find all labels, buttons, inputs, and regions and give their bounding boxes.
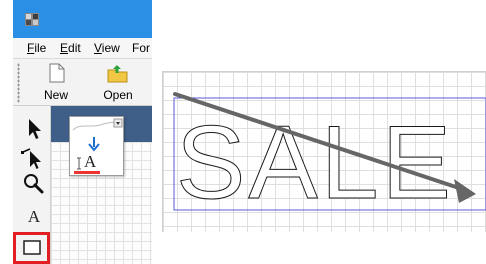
main-toolbar: New Open [13, 59, 152, 106]
rectangle-tool[interactable] [13, 232, 50, 264]
design-canvas[interactable]: SALE [162, 71, 486, 232]
app-window: File Edit View For New Open A A [13, 0, 152, 264]
open-button-label: Open [103, 88, 133, 102]
rectangle-icon [23, 240, 41, 255]
pointer-arrow-icon [29, 119, 41, 139]
tool-flyout-panel[interactable]: A [69, 116, 124, 176]
app-icon [25, 13, 39, 26]
menu-edit[interactable]: Edit [60, 41, 81, 55]
open-folder-icon [107, 65, 128, 83]
text-tool-glyph: A [27, 207, 41, 226]
flyout-tab-icon [70, 117, 123, 133]
menu-bar: File Edit View For [13, 38, 152, 59]
text-cursor-icon [77, 157, 81, 170]
down-arrow-icon [88, 137, 100, 152]
sale-outline-text[interactable]: SALE [176, 105, 454, 222]
menu-view-mnemonic: V [94, 41, 102, 55]
tool-palette: A [13, 106, 51, 264]
node-edit-tool[interactable] [20, 144, 48, 172]
zoom-tool[interactable] [20, 170, 48, 198]
select-tool[interactable] [20, 115, 48, 143]
menu-format[interactable]: For [132, 41, 150, 55]
menu-file[interactable]: File [27, 41, 46, 55]
menu-view[interactable]: View [94, 41, 120, 55]
new-button-label: New [43, 88, 68, 102]
design-drawing: SALE [173, 92, 486, 222]
flyout-text-glyph: A [84, 152, 97, 171]
text-tool[interactable]: A [20, 203, 48, 231]
menu-edit-mnemonic: E [60, 41, 69, 55]
node-edit-icon [21, 148, 41, 169]
baseline-marker-icon [74, 171, 100, 174]
new-document-icon [49, 63, 65, 83]
toolbar-grip[interactable] [17, 63, 20, 103]
title-bar [13, 0, 152, 38]
menu-file-mnemonic: F [27, 41, 35, 55]
magnifier-icon [24, 174, 44, 194]
